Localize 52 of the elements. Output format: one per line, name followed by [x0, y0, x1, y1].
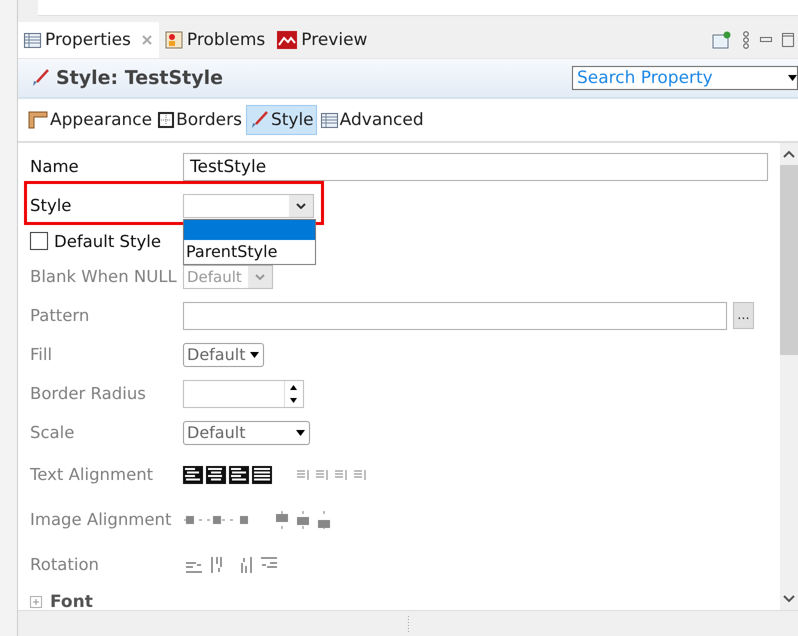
section-tab[interactable]: Borders: [156, 106, 244, 134]
chevron-icon: [296, 202, 306, 208]
search-field[interactable]: Search Property: [572, 66, 798, 90]
checkbox[interactable]: [30, 232, 48, 250]
minimize-icon[interactable]: [760, 37, 772, 43]
spinner-field[interactable]: [183, 380, 304, 408]
field-label: Fill: [30, 345, 54, 364]
field-label: Image Alignment: [30, 510, 172, 529]
style-combo[interactable]: [183, 194, 314, 218]
chevron-icon: [255, 274, 265, 280]
section-tab[interactable]: Appearance: [26, 106, 154, 134]
report-icon: [164, 31, 183, 49]
brush-icon: [30, 68, 50, 88]
field-label: Rotation: [30, 555, 100, 574]
ruler-icon: [28, 111, 48, 129]
view-tab[interactable]: Preview: [271, 22, 374, 58]
section-tab[interactable]: Style: [246, 105, 317, 135]
grip-icon[interactable]: [406, 616, 410, 632]
field-label: Name: [30, 157, 80, 176]
image-valign-icon[interactable]: [315, 510, 333, 528]
align-icon: [252, 466, 272, 484]
table-icon: [24, 32, 41, 48]
align-icon: [206, 466, 226, 484]
borders-icon: [158, 112, 174, 128]
section-tab[interactable]: Advanced: [318, 106, 426, 134]
chart-icon: [277, 31, 298, 49]
view-tab[interactable]: Properties: [18, 22, 159, 58]
pin-icon[interactable]: [712, 31, 732, 49]
expander-icon[interactable]: [30, 596, 42, 608]
image-valign-icon[interactable]: [294, 510, 312, 528]
field-label: Blank When NULL: [30, 267, 178, 286]
field-label: Border Radius: [30, 384, 147, 403]
align-icon: [183, 466, 203, 484]
field-label: Scale: [30, 423, 76, 442]
align-icon: [229, 466, 249, 484]
section-heading: Font: [50, 592, 93, 610]
scroll-thumb[interactable]: [780, 165, 798, 355]
checkbox-label: Default Style: [54, 232, 161, 250]
table-icon: [320, 112, 338, 128]
name-field[interactable]: TestStyle: [183, 152, 768, 180]
caret-icon: [788, 75, 797, 81]
caret-icon: [296, 430, 305, 436]
page-title: Style: TestStyle: [56, 67, 224, 89]
field-label: Pattern: [30, 306, 90, 325]
image-valign-icon[interactable]: [273, 510, 291, 528]
field-label: Text Alignment: [30, 465, 154, 484]
close-icon[interactable]: [140, 34, 153, 46]
field-label: Style: [30, 196, 72, 215]
view-tab[interactable]: Problems: [158, 22, 272, 58]
more-icon[interactable]: [742, 31, 750, 49]
caret-icon: [250, 352, 259, 358]
maximize-icon[interactable]: [782, 33, 794, 47]
